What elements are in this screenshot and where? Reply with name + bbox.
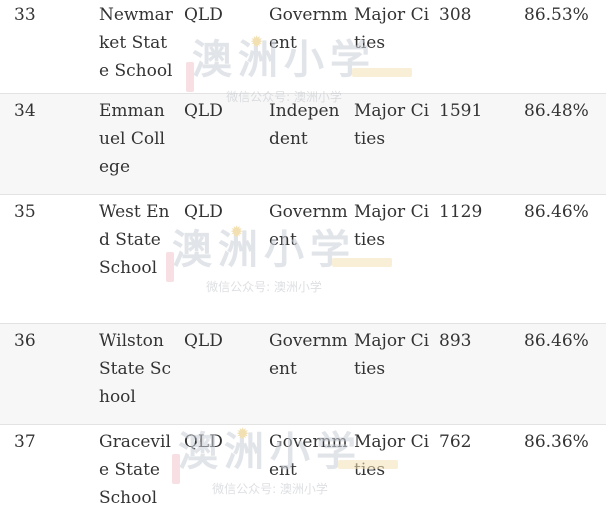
table-row: 34 Emmanuel College QLD Independent Majo… [0,93,606,194]
score-cell: 86.53% [524,5,589,25]
table-row: 37 Gracevile State School QLD Government… [0,424,606,528]
region-cell: Major Cities [354,100,430,149]
rank-cell: 36 [14,330,36,351]
enrolments-cell: 1129 [439,201,483,222]
school-ranking-table: 33 Newmarket State School QLD Government… [0,0,606,528]
state-cell: QLD [184,5,223,25]
rank-cell: 34 [14,100,36,121]
table-row: 36 Wilston State School QLD Government M… [0,323,606,424]
table-row: 35 West End State School QLD Government … [0,194,606,323]
sector-cell: Independent [269,100,340,149]
school-name-cell: Emmanuel College [99,100,165,177]
table-row: 33 Newmarket State School QLD Government… [0,0,606,93]
region-cell: Major Cities [354,201,430,250]
school-name-cell: Newmarket State School [99,5,173,81]
rank-cell: 33 [14,5,36,25]
rank-cell: 35 [14,201,36,222]
region-cell: Major Cities [354,5,430,53]
rank-cell: 37 [14,431,36,452]
state-cell: QLD [184,100,223,121]
region-cell: Major Cities [354,330,430,379]
score-cell: 86.48% [524,100,589,121]
sector-cell: Government [269,431,348,480]
school-name-cell: Wilston State School [99,330,172,407]
state-cell: QLD [184,201,223,222]
score-cell: 86.46% [524,330,589,351]
enrolments-cell: 1591 [439,100,483,121]
sector-cell: Government [269,330,348,379]
sector-cell: Government [269,5,348,53]
state-cell: QLD [184,330,223,351]
enrolments-cell: 893 [439,330,472,351]
score-cell: 86.36% [524,431,589,452]
school-name-cell: Gracevile State School [99,431,171,508]
enrolments-cell: 308 [439,5,472,25]
enrolments-cell: 762 [439,431,472,452]
school-name-cell: West End State School [99,201,170,278]
region-cell: Major Cities [354,431,430,480]
score-cell: 86.46% [524,201,589,222]
state-cell: QLD [184,431,223,452]
sector-cell: Government [269,201,348,250]
